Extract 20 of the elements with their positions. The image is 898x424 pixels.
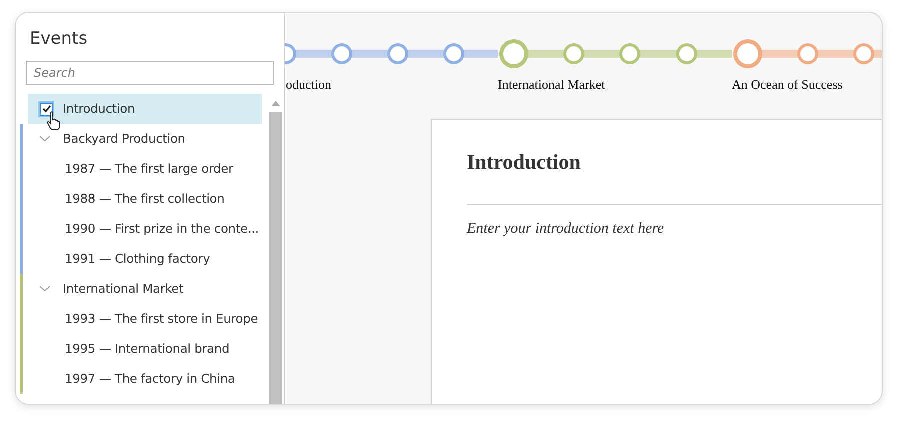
tree-item[interactable]: 1995 — International brand <box>23 334 269 364</box>
pointer-hand-icon <box>47 111 61 131</box>
tree-item[interactable]: 1990 — First prize in the conte... <box>23 214 269 244</box>
tree-item[interactable]: 1987 — The first large order <box>23 154 269 184</box>
tree-item[interactable]: 1993 — The first store in Europe <box>23 304 269 334</box>
tree-item[interactable]: 1988 — The first collection <box>23 184 269 214</box>
scroll-up-icon[interactable] <box>272 101 280 106</box>
timeline-label[interactable]: oduction <box>285 77 498 93</box>
timeline-label[interactable]: International Market <box>498 77 732 93</box>
document-title: Introduction <box>467 149 582 176</box>
tree-item[interactable]: 1991 — Clothing factory <box>23 244 269 274</box>
group-header[interactable]: International Market <box>23 274 269 304</box>
timeline-label[interactable]: An Ocean of Success <box>732 77 882 93</box>
document-text: Enter your introduction text here <box>467 221 666 238</box>
tree-item[interactable]: 1997 — The factory in China <box>23 364 269 394</box>
search-field[interactable]: Search <box>26 61 274 85</box>
sidebar-title: Events <box>29 28 89 51</box>
tree-item[interactable]: Introduction <box>28 94 262 124</box>
group-header[interactable]: Backyard Production <box>23 124 269 154</box>
checkbox[interactable] <box>40 102 53 116</box>
